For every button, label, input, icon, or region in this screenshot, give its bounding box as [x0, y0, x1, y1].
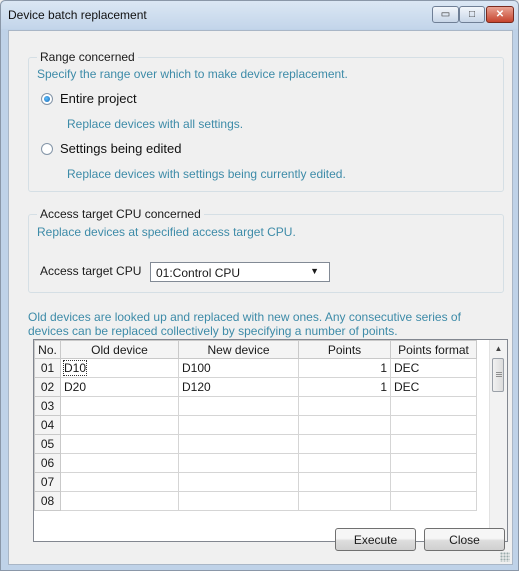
close-window-button[interactable]: ✕ — [486, 6, 514, 23]
new-device-cell[interactable]: D100 — [178, 358, 299, 378]
old-device-cell[interactable] — [60, 396, 179, 416]
points-format-cell[interactable]: DEC — [390, 358, 477, 378]
table-row[interactable]: 07 — [34, 472, 477, 492]
table-header-row: No. Old device New device Points Points … — [34, 340, 477, 359]
table-row[interactable]: 04 — [34, 415, 477, 435]
points-format-cell[interactable] — [390, 472, 477, 492]
execute-button-label[interactable]: Execute — [354, 533, 397, 547]
row-number: 05 — [34, 434, 61, 454]
settings-being-edited-hint: Replace devices with settings being curr… — [67, 167, 346, 181]
points-cell[interactable]: 1 — [298, 358, 391, 378]
device-table: No. Old device New device Points Points … — [34, 340, 477, 511]
new-device-cell[interactable] — [178, 453, 299, 473]
new-device-cell[interactable] — [178, 434, 299, 454]
table-row[interactable]: 08 — [34, 491, 477, 511]
points-format-cell[interactable]: DEC — [390, 377, 477, 397]
range-group: Range concerned Specify the range over w… — [28, 50, 504, 192]
minimize-button[interactable]: ▭ — [432, 6, 459, 23]
access-hint: Replace devices at specified access targ… — [37, 225, 296, 239]
radio-entire-project[interactable]: Entire project — [41, 91, 137, 106]
dialog-window: Device batch replacement ▭ □ ✕ Range con… — [0, 0, 519, 571]
new-device-cell[interactable] — [178, 415, 299, 435]
points-format-cell[interactable] — [390, 434, 477, 454]
old-device-cell[interactable] — [60, 415, 179, 435]
row-number: 08 — [34, 491, 61, 511]
points-cell[interactable] — [298, 472, 391, 492]
column-header-points[interactable]: Points — [298, 340, 391, 359]
points-format-cell[interactable] — [390, 396, 477, 416]
close-icon: ✕ — [495, 9, 505, 20]
table-row[interactable]: 06 — [34, 453, 477, 473]
access-target-group: Access target CPU concerned Replace devi… — [28, 207, 504, 293]
chevron-down-icon[interactable]: ▼ — [310, 266, 319, 276]
points-cell[interactable] — [298, 415, 391, 435]
points-format-cell[interactable] — [390, 415, 477, 435]
new-device-cell[interactable]: D120 — [178, 377, 299, 397]
entire-project-hint: Replace devices with all settings. — [67, 117, 244, 131]
table-row[interactable]: 02 D20 D120 1 DEC — [34, 377, 477, 397]
dialog-client-area: Range concerned Specify the range over w… — [8, 30, 513, 565]
range-group-legend: Range concerned — [37, 50, 138, 64]
points-cell[interactable]: 1 — [298, 377, 391, 397]
scroll-up-icon[interactable]: ▲ — [490, 340, 507, 357]
old-device-cell[interactable]: D20 — [60, 377, 179, 397]
old-device-cell[interactable] — [60, 472, 179, 492]
close-button-label[interactable]: Close — [449, 533, 480, 547]
column-header-no: No. — [34, 340, 61, 359]
new-device-cell[interactable] — [178, 472, 299, 492]
radio-label-entire-project[interactable]: Entire project — [60, 91, 137, 106]
points-cell[interactable] — [298, 453, 391, 473]
table-row[interactable]: 05 — [34, 434, 477, 454]
row-number: 07 — [34, 472, 61, 492]
table-row[interactable]: 01 D10 D100 1 DEC — [34, 358, 477, 378]
resize-grip-icon[interactable] — [500, 552, 510, 562]
new-device-cell[interactable] — [178, 491, 299, 511]
radio-label-settings-being-edited[interactable]: Settings being edited — [60, 141, 181, 156]
maximize-button[interactable]: □ — [459, 6, 485, 23]
execute-button[interactable]: Execute — [335, 528, 416, 551]
row-number: 02 — [34, 377, 61, 397]
column-header-points-format[interactable]: Points format — [390, 340, 477, 359]
radio-button-unselected[interactable] — [41, 142, 53, 155]
row-number: 01 — [34, 358, 61, 378]
range-hint: Specify the range over which to make dev… — [37, 67, 348, 81]
old-device-cell[interactable]: D10 — [60, 358, 179, 378]
device-grid[interactable]: No. Old device New device Points Points … — [33, 339, 508, 542]
points-cell[interactable] — [298, 396, 391, 416]
access-group-legend: Access target CPU concerned — [37, 207, 204, 221]
access-cpu-value: 01:Control CPU — [156, 266, 241, 280]
replacement-description: Old devices are looked up and replaced w… — [28, 310, 461, 338]
window-title: Device batch replacement — [8, 8, 147, 22]
maximize-icon: □ — [468, 9, 476, 20]
new-device-cell[interactable] — [178, 396, 299, 416]
old-device-cell[interactable] — [60, 453, 179, 473]
access-cpu-label: Access target CPU — [40, 264, 142, 278]
old-device-value[interactable]: D10 — [62, 360, 88, 376]
points-format-cell[interactable] — [390, 491, 477, 511]
points-cell[interactable] — [298, 491, 391, 511]
column-header-old-device[interactable]: Old device — [60, 340, 179, 359]
points-cell[interactable] — [298, 434, 391, 454]
scroll-thumb[interactable] — [492, 358, 504, 392]
close-button[interactable]: Close — [424, 528, 505, 551]
minimize-icon: ▭ — [440, 9, 451, 20]
vertical-scrollbar[interactable]: ▲ ▼ — [489, 340, 507, 541]
table-row[interactable]: 03 — [34, 396, 477, 416]
row-number: 04 — [34, 415, 61, 435]
radio-button-selected[interactable] — [41, 92, 53, 105]
column-header-new-device[interactable]: New device — [178, 340, 299, 359]
title-bar[interactable]: Device batch replacement ▭ □ ✕ — [1, 1, 518, 29]
old-device-cell[interactable] — [60, 491, 179, 511]
row-number: 03 — [34, 396, 61, 416]
points-format-cell[interactable] — [390, 453, 477, 473]
old-device-cell[interactable] — [60, 434, 179, 454]
access-cpu-dropdown[interactable]: 01:Control CPU ▼ — [150, 262, 330, 282]
radio-settings-being-edited[interactable]: Settings being edited — [41, 141, 181, 156]
row-number: 06 — [34, 453, 61, 473]
